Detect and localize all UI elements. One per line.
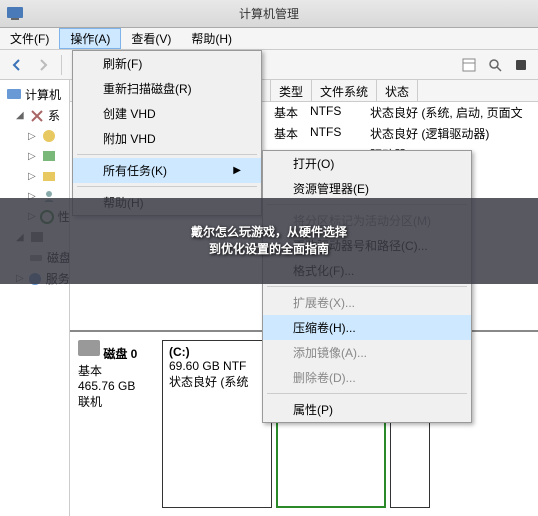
- overlay-line2: 到优化设置的全面指南: [209, 241, 329, 258]
- disk-size: 465.76 GB: [78, 379, 135, 393]
- tree-item[interactable]: ▷: [2, 126, 67, 146]
- disk-state: 联机: [78, 395, 102, 409]
- action-menu-dropdown: 刷新(F) 重新扫描磁盘(R) 创建 VHD 附加 VHD 所有任务(K)▶ 帮…: [72, 50, 262, 216]
- app-icon: [6, 4, 24, 22]
- submenu-arrow-icon: ▶: [233, 165, 241, 176]
- menu-separator: [77, 186, 257, 187]
- title-bar: 计算机管理: [0, 0, 538, 28]
- back-button[interactable]: [6, 54, 28, 76]
- menu-attach-vhd[interactable]: 附加 VHD: [73, 126, 261, 151]
- navigation-tree[interactable]: 计算机 ◢ 系 ▷ ▷ ▷ ▷ ▷性能 ◢ 磁盘管 ▷服务和应: [0, 80, 70, 516]
- expand-icon[interactable]: ▷: [28, 151, 38, 162]
- tree-label: 系: [48, 107, 60, 124]
- tree-item[interactable]: ▷: [2, 146, 67, 166]
- tree-system[interactable]: ◢ 系: [2, 105, 67, 126]
- disk-info[interactable]: 磁盘 0 基本 465.76 GB 联机: [78, 340, 158, 508]
- tree-label: 计算机: [25, 86, 61, 103]
- overlay-line1: 戴尔怎么玩游戏，从硬件选择: [191, 224, 347, 241]
- submenu-delete: 删除卷(D)...: [263, 365, 471, 390]
- submenu-properties[interactable]: 属性(P): [263, 397, 471, 422]
- window-title: 计算机管理: [239, 5, 299, 22]
- computer-icon: [6, 87, 22, 103]
- disk-label: 磁盘 0: [103, 347, 137, 361]
- folder-icon: [41, 168, 57, 184]
- menu-view[interactable]: 查看(V): [121, 28, 181, 49]
- expand-icon[interactable]: ▷: [28, 131, 38, 142]
- col-fs[interactable]: 文件系统: [312, 80, 377, 101]
- expand-icon[interactable]: ▷: [28, 171, 38, 182]
- menu-separator: [267, 286, 467, 287]
- all-tasks-submenu: 打开(O) 资源管理器(E) 将分区标记为活动分区(M) 更改驱动器号和路径(C…: [262, 150, 472, 423]
- overlay-banner: 戴尔怎么玩游戏，从硬件选择 到优化设置的全面指南: [0, 198, 538, 284]
- settings-icon[interactable]: [510, 54, 532, 76]
- event-icon: [41, 148, 57, 164]
- submenu-shrink[interactable]: 压缩卷(H)...: [263, 315, 471, 340]
- wrench-icon: [29, 108, 45, 124]
- submenu-extend: 扩展卷(X)...: [263, 290, 471, 315]
- view-icon[interactable]: [458, 54, 480, 76]
- submenu-mirror: 添加镜像(A)...: [263, 340, 471, 365]
- tree-item[interactable]: ▷: [2, 166, 67, 186]
- collapse-icon[interactable]: ◢: [16, 110, 26, 121]
- menu-action[interactable]: 操作(A): [59, 28, 121, 49]
- menu-bar: 文件(F) 操作(A) 查看(V) 帮助(H): [0, 28, 538, 50]
- disk-device-icon: [78, 340, 100, 356]
- menu-all-tasks[interactable]: 所有任务(K)▶: [73, 158, 261, 183]
- scheduler-icon: [41, 128, 57, 144]
- col-type[interactable]: 类型: [271, 80, 312, 101]
- menu-separator: [267, 393, 467, 394]
- menu-file[interactable]: 文件(F): [0, 28, 59, 49]
- search-icon[interactable]: [484, 54, 506, 76]
- menu-rescan[interactable]: 重新扫描磁盘(R): [73, 76, 261, 101]
- partition-c[interactable]: (C:) 69.60 GB NTF 状态良好 (系统: [162, 340, 272, 508]
- forward-button[interactable]: [32, 54, 54, 76]
- submenu-open[interactable]: 打开(O): [263, 151, 471, 176]
- menu-create-vhd[interactable]: 创建 VHD: [73, 101, 261, 126]
- menu-help[interactable]: 帮助(H): [181, 28, 242, 49]
- menu-refresh[interactable]: 刷新(F): [73, 51, 261, 76]
- col-status[interactable]: 状态: [377, 80, 418, 101]
- menu-separator: [77, 154, 257, 155]
- tree-root[interactable]: 计算机: [2, 84, 67, 105]
- disk-type: 基本: [78, 364, 102, 378]
